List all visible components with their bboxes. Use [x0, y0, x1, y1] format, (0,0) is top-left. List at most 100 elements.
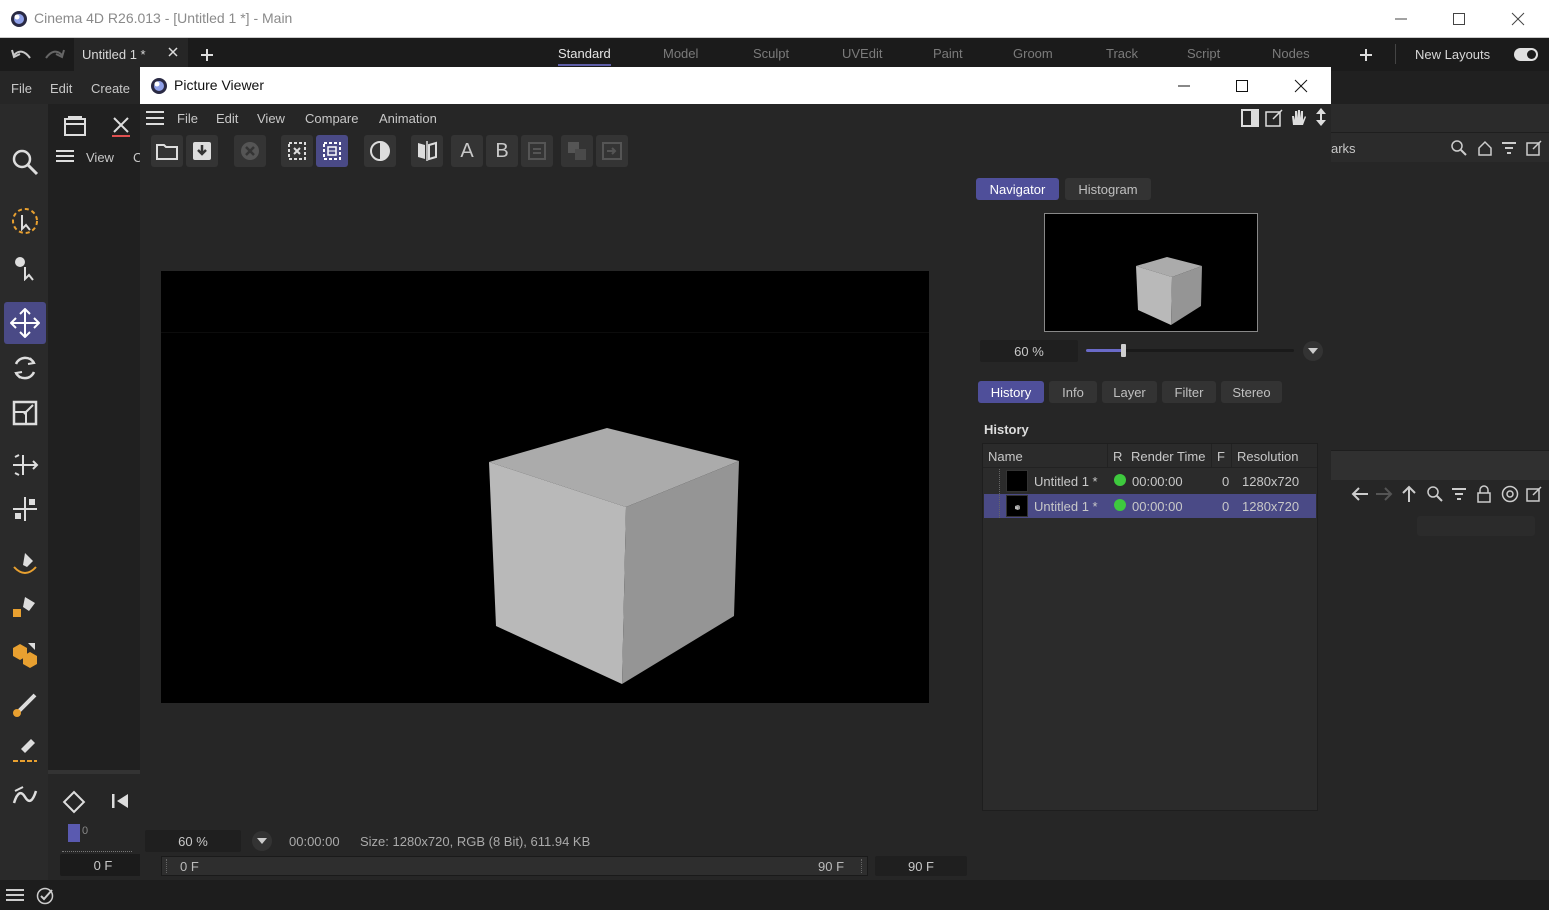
tab-filter[interactable]: Filter: [1162, 381, 1216, 403]
navigator-zoom-slider[interactable]: [1086, 340, 1294, 362]
viewport-menu-view[interactable]: View: [86, 150, 114, 165]
tab-histogram[interactable]: Histogram: [1065, 178, 1151, 200]
maximize-button[interactable]: [1430, 0, 1488, 38]
column-resolution[interactable]: Resolution: [1237, 449, 1298, 464]
rotate-tool-icon[interactable]: [4, 347, 46, 389]
minimize-button[interactable]: [1155, 67, 1213, 104]
hamburger-icon[interactable]: [56, 150, 74, 162]
minimize-button[interactable]: [1372, 0, 1430, 38]
go-to-start-icon[interactable]: [110, 792, 130, 810]
render-image[interactable]: [161, 271, 929, 703]
layout-tab-standard[interactable]: Standard: [558, 46, 611, 66]
scale-tool-icon[interactable]: [4, 392, 46, 434]
column-render-time[interactable]: Render Time: [1131, 449, 1205, 464]
lock-icon[interactable]: [1476, 485, 1492, 503]
search-icon[interactable]: [1451, 140, 1467, 156]
new-layouts-toggle[interactable]: [1514, 48, 1538, 61]
tab-info[interactable]: Info: [1049, 381, 1097, 403]
check-circle-icon[interactable]: [36, 887, 54, 905]
pv-zoom-dropdown-icon[interactable]: [252, 831, 272, 851]
layout-tab-groom[interactable]: Groom: [1013, 46, 1053, 61]
hamburger-icon[interactable]: [6, 889, 24, 902]
tweak-tool-icon[interactable]: [4, 246, 46, 288]
navigator-thumbnail[interactable]: [1044, 213, 1258, 332]
filter-icon[interactable]: [1501, 140, 1517, 156]
transfer-tool-icon[interactable]: [4, 444, 46, 486]
menu-file[interactable]: File: [11, 81, 32, 96]
maximize-button[interactable]: [1213, 67, 1271, 104]
redo-icon[interactable]: [42, 46, 66, 64]
back-arrow-icon[interactable]: [1351, 486, 1369, 502]
placement-tool-icon[interactable]: [4, 488, 46, 530]
add-layout-icon[interactable]: [1359, 48, 1373, 62]
layout-tab-script[interactable]: Script: [1187, 46, 1220, 61]
tab-history[interactable]: History: [978, 381, 1044, 403]
navigator-zoom-field[interactable]: 60 %: [980, 340, 1078, 362]
spline-sketch-icon[interactable]: [4, 586, 46, 628]
pv-zoom-field[interactable]: 60 %: [145, 830, 241, 852]
zoom-slider-handle[interactable]: [1121, 344, 1127, 357]
filter-icon[interactable]: [1451, 486, 1467, 502]
history-row-selected[interactable]: Untitled 1 * 00:00:00 0 1280x720: [984, 494, 1316, 518]
undo-icon[interactable]: [10, 46, 34, 64]
spline-pen-icon[interactable]: [4, 542, 46, 584]
pv-menu-file[interactable]: File: [177, 111, 198, 126]
history-row[interactable]: Untitled 1 * 00:00:00 0 1280x720: [984, 469, 1316, 493]
zoom-dropdown-icon[interactable]: [1303, 341, 1323, 361]
undock-icon[interactable]: [1526, 140, 1542, 156]
cube-primitive-icon[interactable]: [4, 634, 46, 676]
stop-render-icon[interactable]: [234, 135, 266, 167]
target-icon[interactable]: [1501, 485, 1519, 503]
menu-create[interactable]: Create: [91, 81, 130, 96]
home-icon[interactable]: [1477, 140, 1493, 156]
column-name[interactable]: Name: [988, 449, 1023, 464]
tab-navigator[interactable]: Navigator: [976, 178, 1059, 200]
tab-layer[interactable]: Layer: [1102, 381, 1157, 403]
tab-stereo[interactable]: Stereo: [1221, 381, 1282, 403]
forward-arrow-icon[interactable]: [1375, 486, 1393, 502]
open-file-icon[interactable]: [151, 135, 183, 167]
color-correction-icon[interactable]: [364, 135, 396, 167]
pv-frame-end-field[interactable]: 90 F: [875, 856, 967, 876]
close-tab-icon[interactable]: [168, 47, 178, 57]
viewport-layout-icon[interactable]: [52, 108, 98, 144]
resize-vertical-icon[interactable]: [1313, 107, 1329, 127]
layout-tab-model[interactable]: Model: [663, 46, 698, 61]
timeline-frame-field[interactable]: 0 F: [60, 854, 146, 876]
layout-tab-sculpt[interactable]: Sculpt: [753, 46, 789, 61]
layout-tab-track[interactable]: Track: [1106, 46, 1138, 61]
layout-tab-uvedit[interactable]: UVEdit: [842, 46, 882, 61]
live-selection-icon[interactable]: [4, 200, 46, 242]
panel-layout-icon[interactable]: [1241, 109, 1259, 127]
x-axis-lock-icon[interactable]: [102, 108, 140, 144]
pv-menu-animation[interactable]: Animation: [379, 111, 437, 126]
spline-smooth-icon[interactable]: [4, 776, 46, 818]
new-tab-icon[interactable]: [200, 48, 214, 62]
move-tool-icon[interactable]: [4, 302, 46, 344]
save-file-icon[interactable]: [186, 135, 218, 167]
pv-menu-edit[interactable]: Edit: [216, 111, 238, 126]
render-region-icon[interactable]: [281, 135, 313, 167]
pan-hand-icon[interactable]: [1289, 108, 1307, 126]
column-r[interactable]: R: [1113, 449, 1122, 464]
pv-menu-view[interactable]: View: [257, 111, 285, 126]
set-b-button[interactable]: B: [486, 135, 518, 167]
pen-icon[interactable]: [4, 728, 46, 770]
pv-frame-slider[interactable]: 0 F 90 F: [161, 856, 868, 876]
timeline-playhead[interactable]: [68, 824, 80, 842]
close-button[interactable]: [1489, 0, 1547, 38]
layout-tab-nodes[interactable]: Nodes: [1272, 46, 1310, 61]
undock-icon[interactable]: [1526, 486, 1542, 502]
compare-ab-icon[interactable]: [411, 135, 443, 167]
paint-brush-icon[interactable]: [4, 684, 46, 726]
render-full-icon[interactable]: [316, 135, 348, 167]
set-a-button[interactable]: A: [451, 135, 483, 167]
menu-edit[interactable]: Edit: [50, 81, 72, 96]
difference-icon[interactable]: [596, 135, 628, 167]
hamburger-icon[interactable]: [146, 111, 164, 125]
up-arrow-icon[interactable]: [1401, 485, 1417, 503]
search-icon[interactable]: [1427, 486, 1443, 502]
undock-icon[interactable]: [1265, 109, 1283, 127]
layout-tab-paint[interactable]: Paint: [933, 46, 963, 61]
column-f[interactable]: F: [1217, 449, 1225, 464]
